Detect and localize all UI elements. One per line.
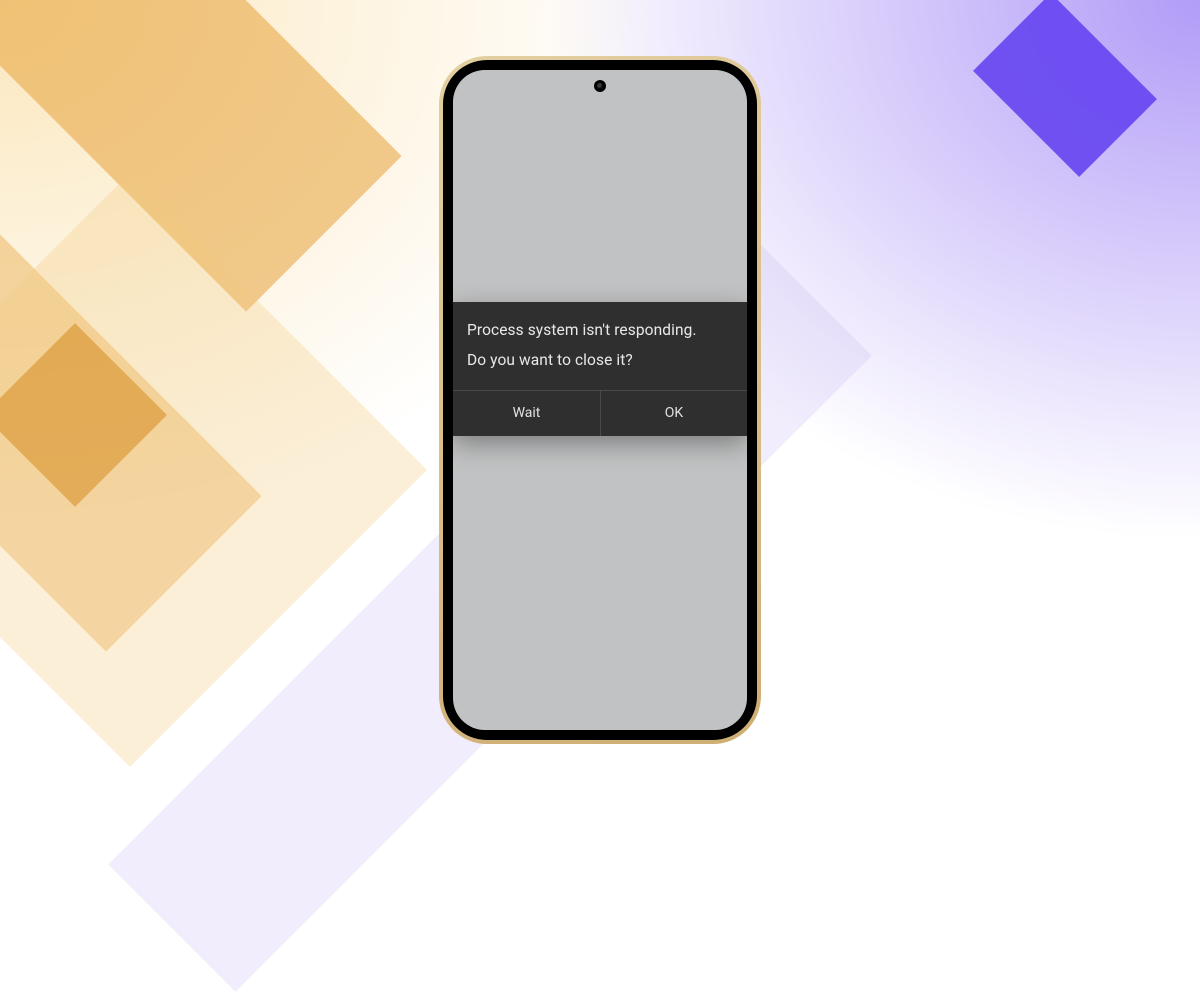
ok-button[interactable]: OK <box>600 391 747 436</box>
dialog-body: Process system isn't responding. Do you … <box>453 302 747 390</box>
camera-punch-hole-icon <box>594 80 606 92</box>
phone-mockup: Process system isn't responding. Do you … <box>439 56 761 744</box>
anr-dialog: Process system isn't responding. Do you … <box>453 302 747 436</box>
phone-screen: Process system isn't responding. Do you … <box>453 70 747 730</box>
dialog-title: Process system isn't responding. <box>467 318 733 342</box>
dialog-message: Do you want to close it? <box>467 348 733 372</box>
wait-button[interactable]: Wait <box>453 391 600 436</box>
dialog-button-row: Wait OK <box>453 390 747 436</box>
